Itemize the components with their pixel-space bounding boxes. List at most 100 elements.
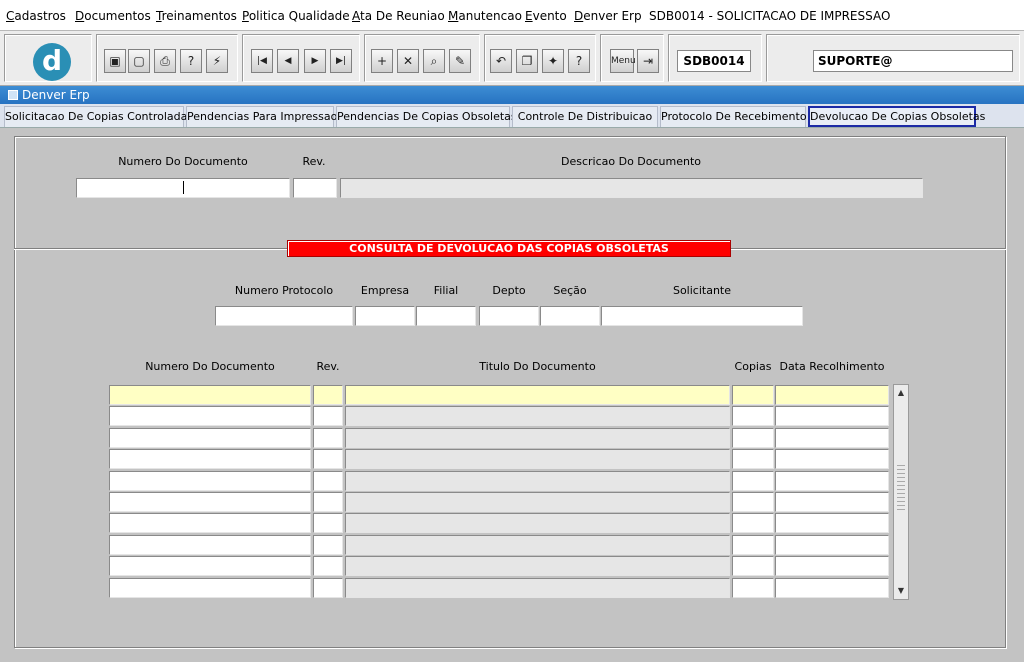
scroll-up-icon[interactable]: ▲ bbox=[895, 387, 907, 399]
tab-controle-distribuicao[interactable]: Controle De Distribuicao bbox=[512, 106, 658, 127]
grid-header-rev: Rev. bbox=[316, 360, 340, 373]
secao-input[interactable] bbox=[540, 306, 600, 326]
grid-cell-numero[interactable] bbox=[109, 492, 311, 512]
next-record-icon[interactable]: ▶ bbox=[304, 49, 326, 73]
grid-cell-numero[interactable] bbox=[109, 578, 311, 598]
logo-group: d bbox=[4, 34, 92, 82]
window-icon[interactable]: ▢ bbox=[128, 49, 150, 73]
menu-evento[interactable]: Evento bbox=[525, 9, 567, 23]
grid-cell-data-recolhimento[interactable] bbox=[775, 578, 889, 598]
grid-cell-numero[interactable] bbox=[109, 449, 311, 469]
grid-cell-copias[interactable] bbox=[732, 406, 774, 426]
grid-cell-rev[interactable] bbox=[313, 385, 343, 405]
grid-cell-rev[interactable] bbox=[313, 556, 343, 576]
grid-cell-numero[interactable] bbox=[109, 535, 311, 555]
first-record-icon[interactable]: |◀ bbox=[251, 49, 273, 73]
scroll-grip[interactable] bbox=[897, 465, 905, 511]
grid-cell-numero[interactable] bbox=[109, 385, 311, 405]
grid-cell-copias[interactable] bbox=[732, 385, 774, 405]
undo-icon[interactable]: ↶ bbox=[490, 49, 512, 73]
menu-ata-de-reuniao[interactable]: Ata De Reuniao bbox=[352, 9, 445, 23]
form-code-field: SDB0014 bbox=[677, 50, 751, 72]
grid-cell-rev[interactable] bbox=[313, 406, 343, 426]
menu-cadastros[interactable]: Cadastros bbox=[6, 9, 66, 23]
filial-input[interactable] bbox=[416, 306, 476, 326]
empresa-input[interactable] bbox=[355, 306, 415, 326]
tab-pendencias-impressao[interactable]: Pendencias Para Impressao bbox=[186, 106, 337, 127]
numero-protocolo-input[interactable] bbox=[215, 306, 353, 326]
grid-cell-titulo bbox=[345, 492, 730, 512]
grid-cell-rev[interactable] bbox=[313, 492, 343, 512]
previous-record-icon[interactable]: ◀ bbox=[277, 49, 299, 73]
grid-cell-rev[interactable] bbox=[313, 513, 343, 533]
clipboard-icon[interactable]: ❐ bbox=[516, 49, 538, 73]
grid-cell-data-recolhimento[interactable] bbox=[775, 535, 889, 555]
grid-cell-numero[interactable] bbox=[109, 471, 311, 491]
menu-bar: Cadastros Documentos Treinamentos Politi… bbox=[0, 0, 1024, 30]
form-canvas: Numero Do Documento Rev. Descricao Do Do… bbox=[0, 128, 1024, 662]
grid-cell-copias[interactable] bbox=[732, 471, 774, 491]
grid-cell-titulo bbox=[345, 406, 730, 426]
grid-cell-numero[interactable] bbox=[109, 556, 311, 576]
rev-label: Rev. bbox=[302, 155, 326, 168]
rev-input[interactable] bbox=[293, 178, 337, 198]
grid-cell-data-recolhimento[interactable] bbox=[775, 556, 889, 576]
insert-record-icon[interactable]: + bbox=[371, 49, 393, 73]
navigation-tool-group: |◀ ◀ ▶ ▶| bbox=[242, 34, 360, 82]
print-icon[interactable]: ⎙ bbox=[154, 49, 176, 73]
menu-politica-qualidade[interactable]: Politica Qualidade bbox=[242, 9, 350, 23]
grid-cell-titulo bbox=[345, 428, 730, 448]
tools-icon[interactable]: ✦ bbox=[542, 49, 564, 73]
query-help-icon[interactable]: ? bbox=[180, 49, 202, 73]
depto-input[interactable] bbox=[479, 306, 539, 326]
edit-record-icon[interactable]: ✎ bbox=[449, 49, 471, 73]
grid-cell-numero[interactable] bbox=[109, 428, 311, 448]
grid-cell-data-recolhimento[interactable] bbox=[775, 406, 889, 426]
user-field: SUPORTE@ bbox=[813, 50, 1013, 72]
grid-cell-copias[interactable] bbox=[732, 449, 774, 469]
grid-cell-rev[interactable] bbox=[313, 471, 343, 491]
grid-cell-data-recolhimento[interactable] bbox=[775, 428, 889, 448]
window-title-label: Denver Erp bbox=[22, 88, 90, 102]
grid-cell-copias[interactable] bbox=[732, 492, 774, 512]
grid-cell-rev[interactable] bbox=[313, 578, 343, 598]
grid-cell-titulo bbox=[345, 535, 730, 555]
grid-cell-titulo bbox=[345, 578, 730, 598]
help-icon[interactable]: ? bbox=[568, 49, 590, 73]
solicitante-input[interactable] bbox=[601, 306, 803, 326]
menu-treinamentos[interactable]: Treinamentos bbox=[156, 9, 237, 23]
last-record-icon[interactable]: ▶| bbox=[330, 49, 352, 73]
grid-cell-rev[interactable] bbox=[313, 449, 343, 469]
grid-cell-copias[interactable] bbox=[732, 578, 774, 598]
menu-button[interactable]: Menu bbox=[610, 49, 636, 73]
exit-icon[interactable]: ⇥ bbox=[637, 49, 659, 73]
grid-cell-data-recolhimento[interactable] bbox=[775, 449, 889, 469]
search-record-icon[interactable]: ⌕ bbox=[423, 49, 445, 73]
tab-pendencias-copias-obsoletas[interactable]: Pendencias De Copias Obsoletas bbox=[336, 106, 517, 127]
grid-cell-data-recolhimento[interactable] bbox=[775, 385, 889, 405]
grid-cell-copias[interactable] bbox=[732, 513, 774, 533]
delete-record-icon[interactable]: ✕ bbox=[397, 49, 419, 73]
grid-cell-copias[interactable] bbox=[732, 535, 774, 555]
execute-query-icon[interactable]: ⚡ bbox=[206, 49, 228, 73]
tab-devolucao-copias-obsoletas[interactable]: Devolucao De Copias Obsoletas bbox=[808, 106, 985, 127]
menu-manutencao[interactable]: Manutencao bbox=[448, 9, 522, 23]
grid-cell-copias[interactable] bbox=[732, 428, 774, 448]
grid-cell-copias[interactable] bbox=[732, 556, 774, 576]
menu-documentos[interactable]: Documentos bbox=[75, 9, 151, 23]
grid-cell-numero[interactable] bbox=[109, 513, 311, 533]
grid-cell-data-recolhimento[interactable] bbox=[775, 492, 889, 512]
grid-cell-numero[interactable] bbox=[109, 406, 311, 426]
grid-cell-rev[interactable] bbox=[313, 535, 343, 555]
save-icon[interactable]: ▣ bbox=[104, 49, 126, 73]
toolbar: d ▣ ▢ ⎙ ? ⚡ |◀ ◀ ▶ ▶| + ✕ ⌕ ✎ ↶ ❐ ✦ ? Me… bbox=[0, 30, 1024, 86]
grid-cell-data-recolhimento[interactable] bbox=[775, 513, 889, 533]
menu-denver-erp[interactable]: Denver Erp bbox=[574, 9, 642, 23]
grid-cell-rev[interactable] bbox=[313, 428, 343, 448]
tab-protocolo-recebimento[interactable]: Protocolo De Recebimento bbox=[660, 106, 807, 127]
grid-scrollbar[interactable]: ▲ ▼ bbox=[893, 384, 909, 600]
grid-cell-data-recolhimento[interactable] bbox=[775, 471, 889, 491]
numero-protocolo-label: Numero Protocolo bbox=[234, 284, 334, 297]
scroll-down-icon[interactable]: ▼ bbox=[895, 585, 907, 597]
tab-solicitacao-copias-controladas[interactable]: Solicitacao De Copias Controladas bbox=[4, 106, 193, 127]
